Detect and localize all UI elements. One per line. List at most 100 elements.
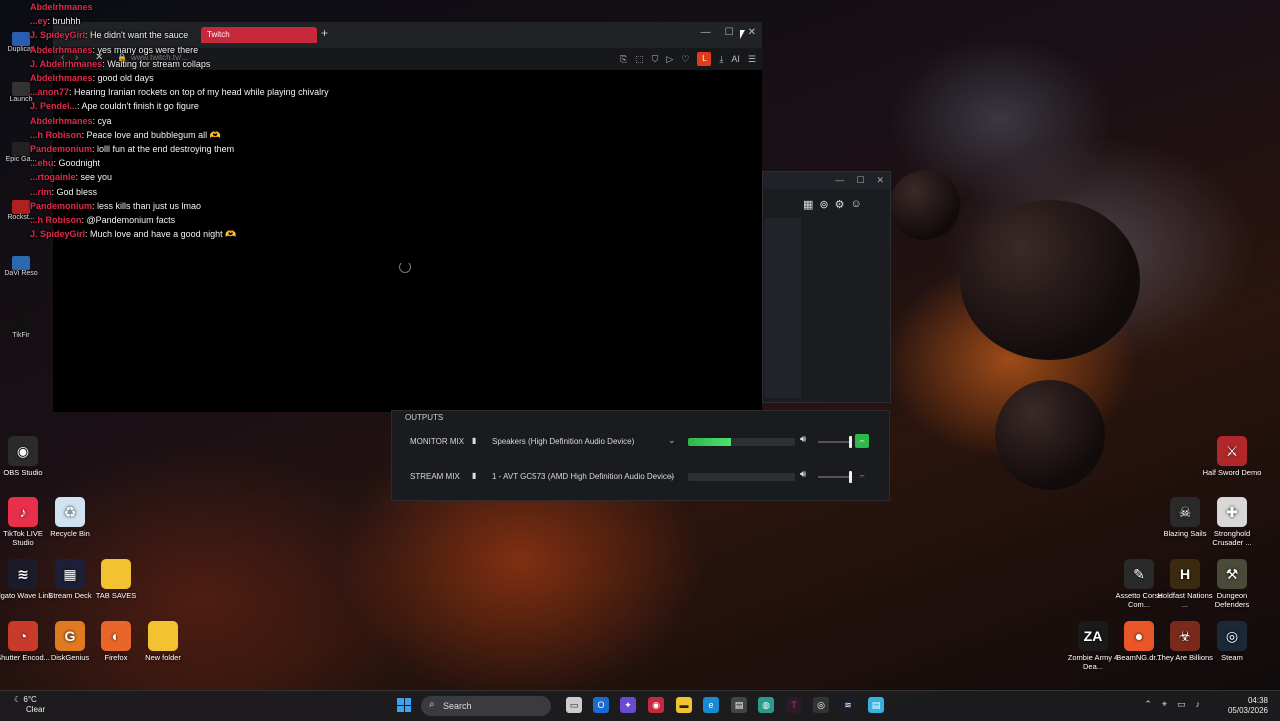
chat-username: Abdelrhmanes — [30, 44, 93, 55]
desktop-icon[interactable]: ✚ Stronghold Crusader ... — [1202, 497, 1262, 547]
weather-temp: 6°C — [23, 695, 37, 704]
tikfinity-icon[interactable]: T — [786, 697, 802, 713]
app-icon[interactable]: ◍ — [758, 697, 774, 713]
chat-text: : Goodnight — [53, 158, 101, 169]
maximize-button[interactable]: ☐ — [725, 27, 734, 38]
weather-text: Clear — [26, 705, 46, 714]
recycle-bin-icon: ♻ — [55, 497, 85, 527]
volume-slider[interactable] — [818, 436, 852, 448]
desktop-icon[interactable]: ⚒ Dungeon Defenders — [1202, 559, 1262, 609]
desktop-icon[interactable]: New folder — [133, 621, 193, 662]
outlook-icon[interactable]: O — [593, 697, 609, 713]
menu-icon[interactable]: ☰ — [748, 54, 756, 65]
volume-slider-thumb[interactable] — [848, 436, 852, 448]
chat-username: J. Abdelrhmanes — [30, 58, 103, 69]
network-icon[interactable]: ▭ — [1177, 699, 1186, 710]
chat-username: J. SpideyGirl — [30, 30, 86, 41]
devices-icon[interactable]: ⊚ — [819, 198, 828, 211]
settings-gear-icon[interactable]: ⚙ — [835, 198, 845, 211]
desktop-icon[interactable]: ◎ Steam — [1202, 621, 1262, 662]
clock-time: 04:38 — [1247, 696, 1268, 705]
desktop-icon-label: Stronghold Crusader ... — [1212, 529, 1252, 547]
plugins-icon[interactable]: ▦ — [803, 198, 813, 211]
download-icon[interactable]: ⤓ — [719, 54, 723, 65]
maximize-button[interactable]: ☐ — [856, 175, 864, 186]
wave-side-panel — [765, 218, 801, 398]
chevron-down-icon[interactable]: ⌄ — [668, 435, 676, 446]
output-device-select[interactable]: 1 - AVT GC573 (AMD High Definition Audio… — [492, 472, 674, 481]
chat-text: : good old days — [92, 73, 154, 83]
windows-start-icon[interactable] — [397, 698, 411, 712]
taskbar-search[interactable]: ⌕ Search — [421, 696, 551, 716]
desktop-icon[interactable]: ◉ OBS Studio — [0, 436, 53, 477]
chevron-up-icon[interactable]: ⌃ — [1144, 699, 1152, 710]
play-icon[interactable]: ▷ — [666, 54, 673, 65]
edge-icon[interactable]: e — [703, 697, 719, 713]
close-button[interactable]: ✕ — [876, 175, 884, 186]
wave-link-taskbar-icon[interactable]: ≋ — [840, 697, 856, 713]
chat-message: ...rim: God bless — [30, 187, 97, 197]
task-view-icon[interactable]: ▭ — [566, 697, 582, 713]
ai-button[interactable]: AI — [731, 54, 740, 64]
desktop-icon[interactable]: TAB SAVES — [86, 559, 146, 600]
folder-icon — [101, 559, 131, 589]
notepad-icon[interactable]: ▤ — [868, 697, 884, 713]
close-button[interactable]: ✕ — [748, 27, 756, 38]
chat-message: Abdelrhmanes — [30, 2, 93, 12]
volume-slider[interactable] — [818, 471, 852, 483]
ear-monitor-icon[interactable]: 𝄐 — [855, 469, 869, 483]
chat-message: Pandemonium: less kills than just us lma… — [30, 201, 201, 211]
minimize-button[interactable]: — — [701, 27, 711, 38]
screenshot-icon[interactable]: ⬚ — [635, 54, 644, 65]
desktop-icon-label: Half Sword Demo — [1202, 468, 1262, 477]
speaker-icon[interactable]: ♪ — [1196, 699, 1201, 710]
dungeon-defenders-icon: ⚒ — [1217, 559, 1247, 589]
chat-username: Abdelrhmanes — [30, 115, 93, 126]
chat-message: J. Abdelrhmanes: Waiting for stream coll… — [30, 59, 210, 69]
chat-message: Abdelrhmanes: cya — [30, 116, 112, 126]
zombie-army-icon: ZA — [1078, 621, 1108, 651]
ear-monitor-icon[interactable]: 𝄐 — [855, 434, 869, 448]
chat-message: J. SpideyGirl: He didn't want the sauce — [30, 30, 188, 40]
chat-username: ...h Robison — [30, 129, 82, 140]
left-icon[interactable]: DaVi Reso — [4, 256, 38, 277]
volume-slider-thumb[interactable] — [848, 471, 852, 483]
left-icon[interactable]: TikFir — [4, 318, 38, 339]
copilot-icon[interactable]: ✦ — [620, 697, 636, 713]
output-device-select[interactable]: Speakers (High Definition Audio Device) — [492, 437, 634, 446]
system-tray: ⌃ ⌖ ▭ ♪ — [1144, 699, 1200, 710]
shield-icon[interactable]: ⛉ — [652, 54, 659, 65]
weather-widget[interactable]: ☾ 6°C Clear — [14, 695, 45, 715]
desktop-icon[interactable]: ⚔ Half Sword Demo — [1202, 436, 1262, 477]
chat-username: Pandemonium — [30, 200, 93, 211]
clock[interactable]: 04:38 05/03/2026 — [1228, 696, 1268, 716]
desktop-icon-label: OBS Studio — [3, 468, 43, 477]
capture-device-icon: ▮ — [472, 471, 477, 480]
level-meter — [688, 438, 795, 446]
heart-icon[interactable]: ♡ — [681, 54, 689, 65]
chat-username: ...ey — [30, 16, 48, 27]
notes-icon[interactable]: ▤ — [731, 697, 747, 713]
new-tab-button[interactable]: + — [321, 26, 328, 40]
minimize-button[interactable]: — — [835, 175, 844, 186]
chat-username: ...rtogainle — [30, 172, 76, 183]
volume-icon[interactable]: 🔊︎ — [800, 469, 806, 480]
chat-message: Pandemonium: lolll fun at the end destro… — [30, 144, 234, 154]
chat-text: : less kills than just us lmao — [92, 200, 202, 211]
location-icon[interactable]: ⌖ — [1162, 699, 1167, 710]
desktop-icon-label: Recycle Bin — [50, 529, 90, 538]
clock-date: 05/03/2026 — [1227, 706, 1268, 715]
file-explorer-icon[interactable]: ▬ — [676, 697, 692, 713]
browser-taskbar-icon[interactable]: ◉ — [648, 697, 664, 713]
obs-taskbar-icon[interactable]: ◎ — [813, 697, 829, 713]
volume-icon[interactable]: 🔊︎ — [800, 434, 806, 445]
browser-tab[interactable]: Twitch — [201, 27, 317, 43]
chevron-down-icon[interactable]: ⌄ — [668, 470, 676, 481]
desktop-icon[interactable]: ♻ Recycle Bin — [40, 497, 100, 538]
beamng-icon: ● — [1124, 621, 1154, 651]
level-meter-fill — [688, 438, 731, 446]
account-icon[interactable]: ☺ — [851, 198, 862, 211]
bookmark-icon[interactable]: ⎘ — [620, 54, 627, 65]
chat-message: ...h Robison: Peace love and bubblegum a… — [30, 130, 221, 141]
extension-button[interactable]: L — [697, 52, 712, 66]
